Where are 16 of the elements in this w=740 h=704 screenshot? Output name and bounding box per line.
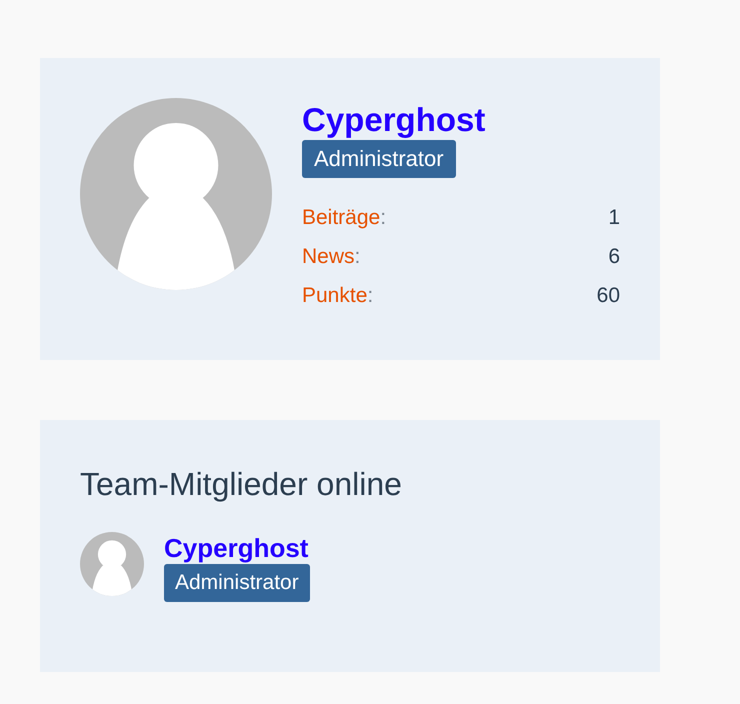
stat-link[interactable]: News: [302, 245, 355, 268]
avatar-icon: [80, 532, 144, 596]
stat-value: 6: [608, 244, 620, 270]
separator: :: [367, 284, 374, 307]
stat-link[interactable]: Punkte: [302, 284, 368, 307]
stat-value: 60: [596, 283, 620, 309]
rank-badge: Administrator: [164, 564, 310, 602]
avatar-icon: [80, 98, 272, 290]
rank-badge: Administrator: [302, 140, 456, 178]
separator: :: [380, 206, 386, 229]
stat-value: 1: [608, 205, 620, 231]
separator: :: [354, 245, 360, 268]
username-link[interactable]: Cyperghost: [164, 533, 308, 563]
stat-link[interactable]: Beiträge: [302, 206, 380, 229]
section-title: Team-Mitglieder online: [80, 465, 403, 504]
username-link[interactable]: Cyperghost: [302, 100, 486, 140]
